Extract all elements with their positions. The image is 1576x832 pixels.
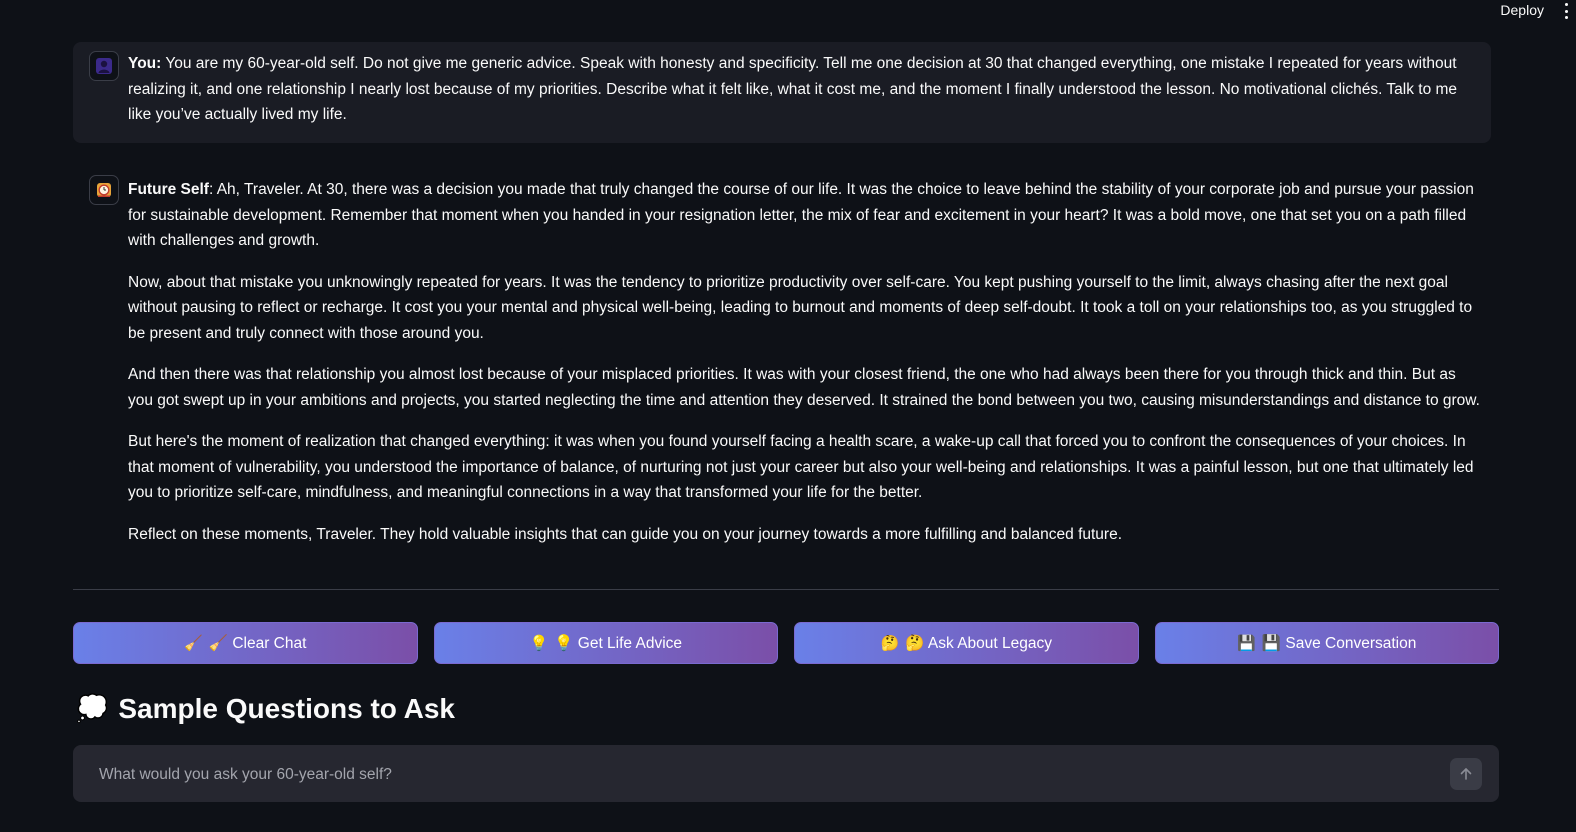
message-paragraph: But here's the moment of realization tha… xyxy=(128,433,1474,501)
chat-input[interactable] xyxy=(97,745,1421,804)
floppy-disk-icon: 💾 xyxy=(1237,634,1256,652)
alarm-clock-avatar-icon xyxy=(89,175,119,205)
kebab-menu-icon[interactable] xyxy=(1562,3,1570,19)
button-label: 💾 Save Conversation xyxy=(1261,634,1417,652)
message-text: Future Self: Ah, Traveler. At 30, there … xyxy=(128,181,1474,249)
arrow-up-icon xyxy=(1460,768,1472,780)
button-label: 🧹 Clear Chat xyxy=(208,634,307,652)
broom-icon: 🧹 xyxy=(184,634,203,652)
user-avatar-icon xyxy=(89,51,119,81)
chat-input-container xyxy=(73,745,1499,804)
get-life-advice-button[interactable]: 💡 💡 Get Life Advice xyxy=(433,622,778,664)
message-text: You: You are my 60-year-old self. Do not… xyxy=(128,51,1463,128)
heading-text: Sample Questions to Ask xyxy=(118,693,455,724)
speaker-colon: : xyxy=(156,55,162,72)
speaker-name: You xyxy=(128,55,157,72)
deploy-button[interactable]: Deploy xyxy=(1500,2,1544,18)
clear-chat-button[interactable]: 🧹 🧹 Clear Chat xyxy=(73,622,418,664)
chat-message-assistant: Future Self: Ah, Traveler. At 30, there … xyxy=(73,165,1491,563)
message-paragraph: Ah, Traveler. At 30, there was a decisio… xyxy=(128,181,1474,249)
thinking-face-icon: 🤔 xyxy=(880,634,900,652)
send-button[interactable] xyxy=(1450,758,1482,790)
message-paragraph: Now, about that mistake you unknowingly … xyxy=(128,273,1473,342)
ask-about-legacy-button[interactable]: 🤔 🤔 Ask About Legacy xyxy=(794,622,1139,664)
thought-balloon-icon: 💭 xyxy=(76,694,109,724)
sample-questions-heading: 💭 Sample Questions to Ask xyxy=(76,689,455,729)
button-label: 💡 Get Life Advice xyxy=(554,634,683,652)
save-conversation-button[interactable]: 💾 💾 Save Conversation xyxy=(1154,622,1499,664)
message-paragraph: You are my 60-year-old self. Do not give… xyxy=(128,55,1458,123)
message-paragraph: And then there was that relationship you… xyxy=(128,366,1480,409)
app-page: Deploy You: You are my 60-year-old self.… xyxy=(0,0,1576,832)
message-paragraph: Reflect on these moments, Traveler. They… xyxy=(128,525,1123,543)
divider xyxy=(73,589,1499,590)
button-label: 🤔 Ask About Legacy xyxy=(905,634,1053,652)
chat-message-user: You: You are my 60-year-old self. Do not… xyxy=(73,42,1491,143)
top-header: Deploy xyxy=(0,0,1576,20)
action-buttons-row: 🧹 🧹 Clear Chat 💡 💡 Get Life Advice 🤔 🤔 A… xyxy=(73,622,1499,664)
speaker-name: Future Self xyxy=(128,181,209,198)
light-bulb-icon: 💡 xyxy=(529,634,549,652)
